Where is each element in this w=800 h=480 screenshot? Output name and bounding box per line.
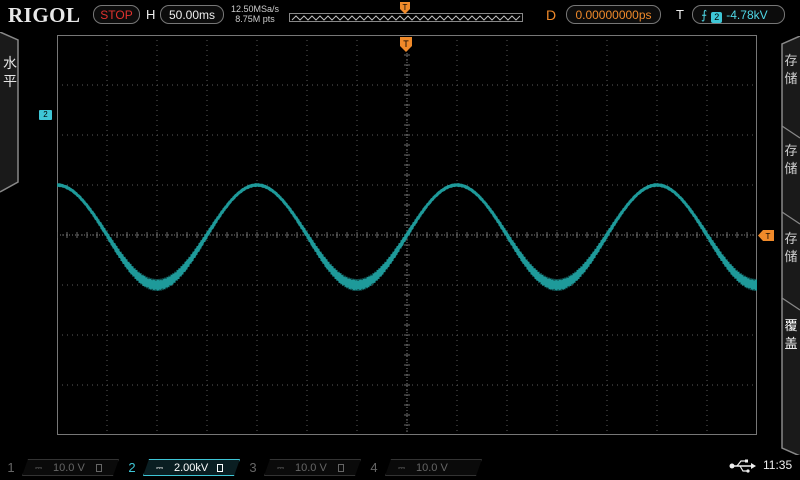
channel-1-scale: 10.0 V bbox=[53, 462, 85, 474]
status-bar: RIGOL STOP H 50.00ms 12.50MSa/s 8.75M pt… bbox=[0, 0, 800, 30]
dc-coupling-icon: ⎓ bbox=[156, 463, 164, 473]
channel-1-number: 1 bbox=[7, 460, 15, 475]
trigger-edge-icon: ⨍ bbox=[701, 8, 708, 22]
run-stop-indicator[interactable]: STOP bbox=[93, 5, 140, 24]
horizontal-label: H bbox=[146, 7, 156, 22]
channel-2-box: ⎓ 2.00kV bbox=[143, 459, 240, 476]
channel-4-box: ⎓ 10.0 V bbox=[385, 459, 482, 476]
channel-2-waveform bbox=[57, 183, 757, 291]
trigger-label: T bbox=[676, 7, 684, 22]
softkey-4[interactable]: 覆盖 bbox=[783, 317, 799, 353]
bandwidth-limit-icon bbox=[96, 464, 102, 472]
trigger-level-marker-icon[interactable]: T bbox=[758, 230, 774, 241]
channel-3-box: ⎓ 10.0 V bbox=[264, 459, 361, 476]
channel-4-settings[interactable]: 4 ⎓ 10.0 V bbox=[367, 459, 485, 476]
sample-rate: 12.50MSa/s bbox=[230, 4, 280, 14]
channel-1-settings[interactable]: 1 ⎓ 10.0 V bbox=[4, 459, 122, 476]
acquisition-info: 12.50MSa/s 8.75M pts bbox=[230, 4, 280, 24]
channel-4-number: 4 bbox=[370, 460, 378, 475]
channel-3-number: 3 bbox=[249, 460, 257, 475]
horizontal-menu-label: 水平 bbox=[3, 55, 17, 89]
bandwidth-limit-icon bbox=[217, 464, 223, 472]
brand-logo: RIGOL bbox=[8, 3, 81, 27]
svg-text:T: T bbox=[403, 3, 408, 12]
memory-overview-strip bbox=[289, 13, 523, 22]
trigger-settings[interactable]: ⨍ 2 -4.78kV bbox=[692, 5, 785, 24]
channel-4-scale: 10.0 V bbox=[416, 462, 448, 474]
trigger-source-badge: 2 bbox=[711, 12, 723, 23]
softkey-1[interactable]: 存储 bbox=[783, 52, 799, 88]
system-clock: 11:35 bbox=[763, 458, 793, 472]
channel-2-scale: 2.00kV bbox=[174, 462, 209, 474]
memory-overview-waveform bbox=[291, 15, 521, 21]
delay-value[interactable]: 0.00000000ps bbox=[566, 5, 661, 24]
dc-coupling-icon: ⎓ bbox=[35, 463, 43, 473]
dc-coupling-icon: ⎓ bbox=[398, 463, 406, 473]
bandwidth-limit-icon bbox=[338, 464, 344, 472]
dc-coupling-icon: ⎓ bbox=[277, 463, 285, 473]
left-menu-tab[interactable]: 水平 bbox=[0, 32, 22, 194]
softkey-2[interactable]: 存储 bbox=[783, 142, 799, 178]
channel-2-settings[interactable]: 2 ⎓ 2.00kV bbox=[125, 459, 243, 476]
usb-icon bbox=[729, 459, 756, 473]
timebase-value[interactable]: 50.00ms bbox=[160, 5, 224, 24]
delay-label: D bbox=[546, 7, 557, 23]
channel-3-scale: 10.0 V bbox=[295, 462, 327, 474]
memory-trigger-marker-icon: T bbox=[400, 2, 410, 14]
softkey-3[interactable]: 存储 bbox=[783, 230, 799, 266]
channel-3-settings[interactable]: 3 ⎓ 10.0 V bbox=[246, 459, 364, 476]
waveform-noise bbox=[57, 183, 757, 291]
channel-2-offset-marker[interactable]: 2 bbox=[39, 110, 52, 120]
svg-text:T: T bbox=[403, 39, 409, 49]
channel-1-box: ⎓ 10.0 V bbox=[22, 459, 119, 476]
channel-2-number: 2 bbox=[128, 460, 136, 475]
svg-text:T: T bbox=[766, 232, 771, 241]
trigger-position-marker-icon[interactable]: T bbox=[400, 37, 412, 53]
trigger-level: -4.78kV bbox=[726, 8, 768, 22]
memory-depth: 8.75M pts bbox=[235, 14, 275, 24]
